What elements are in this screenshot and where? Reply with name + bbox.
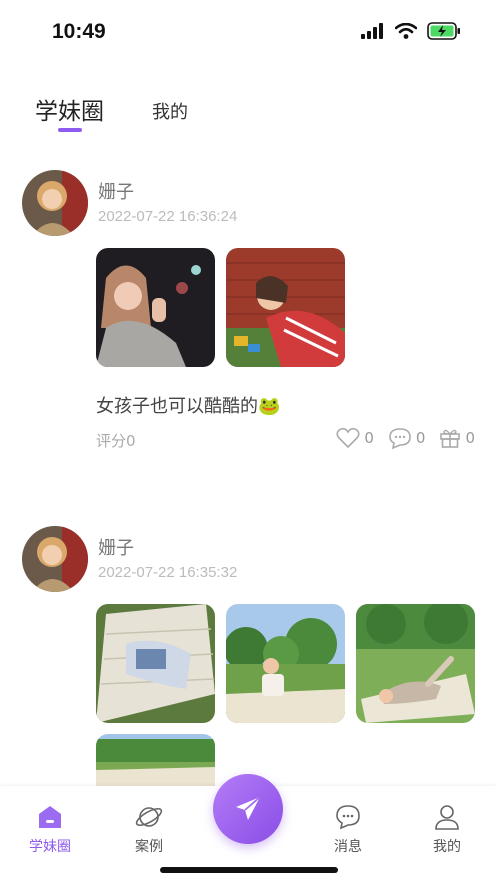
nav-item-messages[interactable]: 消息 bbox=[318, 804, 378, 856]
home-icon bbox=[39, 806, 61, 828]
top-tabs: 学妹圈 我的 bbox=[0, 92, 497, 132]
post-image[interactable] bbox=[96, 604, 215, 723]
tab-xuemeiquan[interactable]: 学妹圈 bbox=[35, 92, 104, 126]
post-image[interactable] bbox=[226, 248, 345, 367]
post-image[interactable] bbox=[96, 248, 215, 367]
post-image[interactable] bbox=[226, 604, 345, 723]
post-timestamp: 2022-07-22 16:36:24 bbox=[98, 208, 238, 225]
nav-item-mine[interactable]: 我的 bbox=[417, 804, 477, 856]
comment-count: 0 bbox=[415, 429, 426, 447]
gift-action[interactable]: 0 bbox=[439, 427, 475, 449]
avatar[interactable] bbox=[22, 526, 88, 592]
nav-label: 案例 bbox=[135, 839, 163, 855]
nav-label: 学妹圈 bbox=[29, 839, 71, 855]
message-icon bbox=[336, 805, 360, 830]
heart-icon bbox=[336, 427, 360, 449]
tab-mine[interactable]: 我的 bbox=[152, 98, 188, 124]
publish-button[interactable] bbox=[213, 774, 283, 844]
status-icons bbox=[361, 22, 461, 40]
cellular-signal-icon bbox=[361, 23, 383, 39]
home-indicator bbox=[160, 867, 338, 873]
post-score: 评分0 bbox=[96, 432, 136, 450]
post-image[interactable] bbox=[356, 604, 475, 723]
gift-count: 0 bbox=[465, 429, 475, 447]
paper-plane-icon bbox=[236, 796, 261, 820]
post-timestamp: 2022-07-22 16:35:32 bbox=[98, 564, 238, 581]
wifi-icon bbox=[395, 23, 417, 39]
post-text: 女孩子也可以酷酷的🐸 bbox=[96, 396, 281, 417]
comment-action[interactable]: 0 bbox=[388, 427, 426, 449]
user-icon bbox=[435, 805, 459, 830]
active-tab-indicator bbox=[58, 128, 82, 132]
nav-item-cases[interactable]: 案例 bbox=[119, 804, 179, 856]
like-count: 0 bbox=[364, 429, 374, 447]
planet-icon bbox=[135, 807, 163, 827]
status-bar: 10:49 bbox=[0, 0, 497, 60]
post-username[interactable]: 姗子 bbox=[98, 178, 134, 204]
battery-charging-icon bbox=[427, 22, 460, 40]
status-time: 10:49 bbox=[52, 20, 106, 43]
like-action[interactable]: 0 bbox=[336, 427, 374, 449]
nav-label: 消息 bbox=[334, 839, 362, 855]
comment-bubble-icon bbox=[389, 428, 411, 449]
post-username[interactable]: 姗子 bbox=[98, 534, 134, 560]
avatar[interactable] bbox=[22, 170, 88, 236]
nav-label: 我的 bbox=[433, 839, 461, 855]
nav-item-xuemeiquan[interactable]: 学妹圈 bbox=[20, 804, 80, 856]
gift-icon bbox=[440, 429, 461, 448]
post-actions: 0 0 0 bbox=[336, 427, 475, 449]
